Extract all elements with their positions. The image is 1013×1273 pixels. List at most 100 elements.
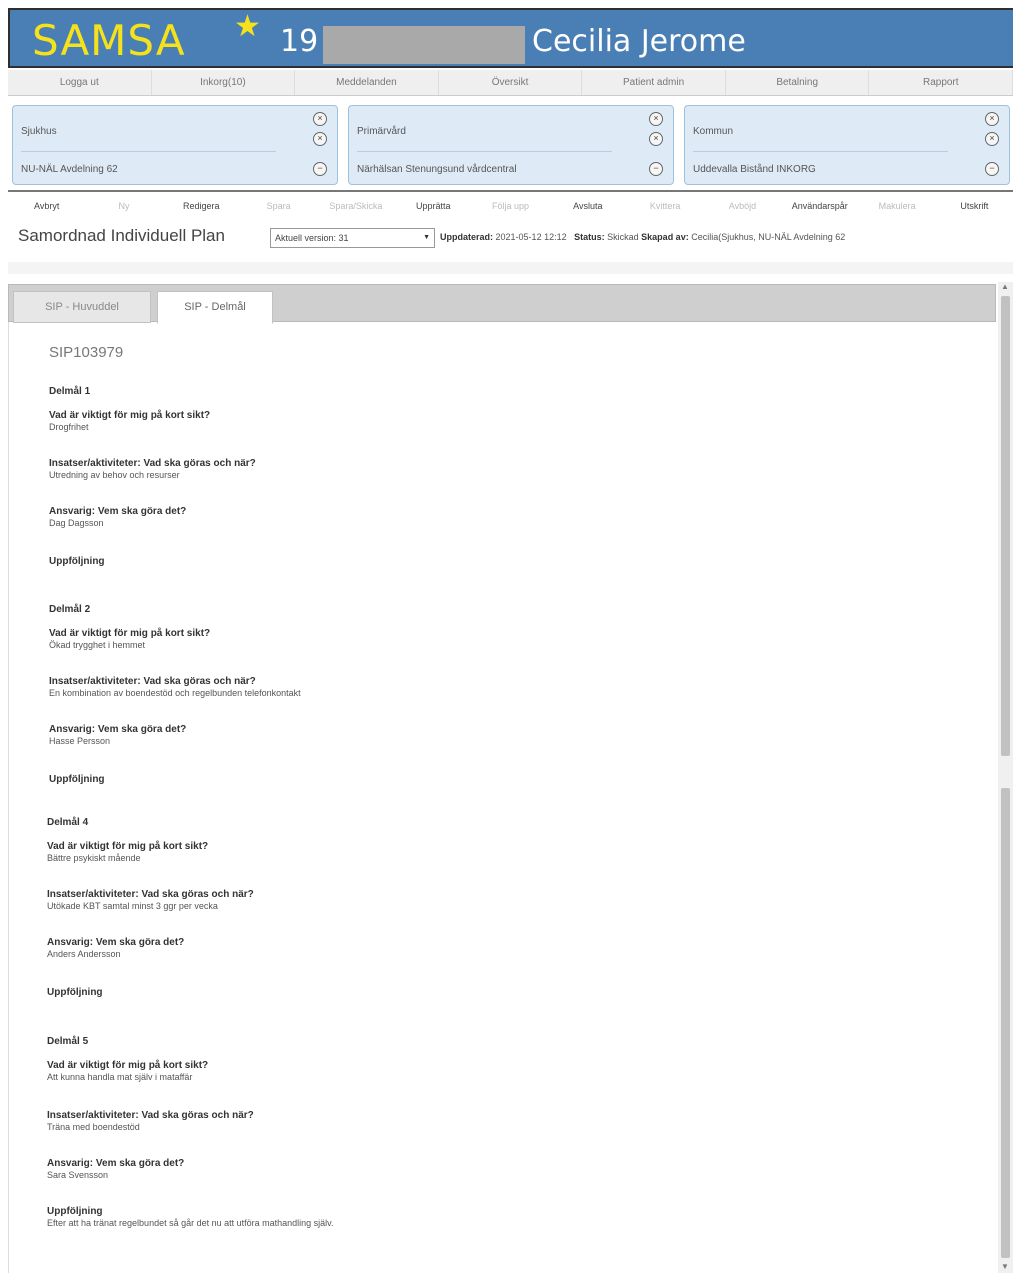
field-label: Ansvarig: Vem ska göra det? <box>47 937 185 948</box>
minus-circle-icon[interactable]: − <box>313 162 327 176</box>
tab-sip-main[interactable]: SIP - Huvuddel <box>13 291 151 323</box>
divider <box>21 151 276 152</box>
field-label: Vad är viktigt för mig på kort sikt? <box>47 841 209 852</box>
goal-heading: Delmål 1 <box>49 386 91 397</box>
goal-field: Insatser/aktiviteter: Vad ska göras och … <box>49 676 749 698</box>
plan-meta: Uppdaterad: 2021-05-12 12:12 Status: Ski… <box>440 232 845 242</box>
app-header: SAMSA ★ 19 Cecilia Jerome <box>8 8 1013 68</box>
scroll-down-arrow-icon[interactable]: ▼ <box>1001 1262 1009 1271</box>
field-value: Hasse Persson <box>49 736 111 746</box>
care-box-unit: Uddevalla Bistånd INKORG <box>693 164 816 175</box>
goal-field: Vad är viktigt för mig på kort sikt? Att… <box>47 1060 747 1082</box>
tab-sip-goals[interactable]: SIP - Delmål <box>157 291 273 324</box>
close-circle-icon[interactable]: × <box>313 112 327 126</box>
print-button[interactable]: Utskrift <box>936 196 1013 216</box>
goal-block: Delmål 2 Vad är viktigt för mig på kort … <box>49 604 301 785</box>
created-label: Skapad av: <box>641 232 689 242</box>
patient-id-prefix: 19 <box>280 24 319 59</box>
field-label: Uppföljning <box>49 774 105 785</box>
field-value: Utökade KBT samtal minst 3 ggr per vecka <box>47 901 218 911</box>
field-value: Träna med boendestöd <box>47 1122 140 1132</box>
version-select[interactable]: Aktuell version: 31 ▼ <box>270 228 435 248</box>
field-value: Dag Dagsson <box>49 518 104 528</box>
top-nav: Logga ut Inkorg(10) Meddelanden Översikt… <box>8 70 1013 96</box>
field-label: Ansvarig: Vem ska göra det? <box>49 724 187 735</box>
goal-field: Ansvarig: Vem ska göra det? Hasse Persso… <box>49 724 749 746</box>
goal-field: Insatser/aktiviteter: Vad ska göras och … <box>49 458 749 480</box>
field-value: Anders Andersson <box>47 949 121 959</box>
edit-button[interactable]: Redigera <box>163 196 240 216</box>
field-label: Insatser/aktiviteter: Vad ska göras och … <box>47 889 254 900</box>
vertical-scrollbar[interactable]: ▲ ▼ <box>998 282 1013 1273</box>
page-title: Samordnad Individuell Plan <box>18 226 225 245</box>
minus-circle-icon[interactable]: − <box>649 162 663 176</box>
tab-strip: SIP - Huvuddel SIP - Delmål <box>8 284 996 324</box>
nav-messages[interactable]: Meddelanden <box>295 70 439 95</box>
care-box-hospital: Sjukhus NU-NÄL Avdelning 62 × × − <box>12 105 338 185</box>
field-value: En kombination av boendestöd och regelbu… <box>49 688 301 698</box>
close-circle-icon[interactable]: × <box>985 132 999 146</box>
nav-report[interactable]: Rapport <box>869 70 1013 95</box>
field-value: Sara Svensson <box>47 1170 109 1180</box>
nav-overview[interactable]: Översikt <box>439 70 583 95</box>
goal-field: Uppföljning <box>49 556 749 568</box>
care-box-unit: NU-NÄL Avdelning 62 <box>21 164 118 175</box>
scrollbar-thumb[interactable] <box>1001 296 1010 756</box>
goal-field: Insatser/aktiviteter: Vad ska göras och … <box>47 889 747 911</box>
field-label: Ansvarig: Vem ska göra det? <box>47 1158 185 1169</box>
close-circle-icon[interactable]: × <box>649 132 663 146</box>
close-circle-icon[interactable]: × <box>649 112 663 126</box>
goal-field: Ansvarig: Vem ska göra det? Sara Svensso… <box>47 1158 747 1180</box>
care-box-title: Primärvård <box>357 126 406 137</box>
close-circle-icon[interactable]: × <box>985 112 999 126</box>
establish-button[interactable]: Upprätta <box>395 196 472 216</box>
goal-field: Ansvarig: Vem ska göra det? Anders Ander… <box>47 937 747 959</box>
updated-value: 2021-05-12 12:12 <box>495 232 567 242</box>
sip-id: SIP103979 <box>49 344 124 361</box>
divider <box>693 151 948 152</box>
goal-field: Vad är viktigt för mig på kort sikt? Bät… <box>47 841 747 863</box>
brand-logo[interactable]: SAMSA <box>32 16 186 65</box>
favorite-star-icon[interactable]: ★ <box>234 12 261 42</box>
field-value: Efter att ha tränat regelbundet så går d… <box>47 1218 334 1228</box>
divider <box>8 190 1013 192</box>
field-label: Ansvarig: Vem ska göra det? <box>49 506 187 517</box>
nav-payment[interactable]: Betalning <box>726 70 870 95</box>
follow-up-button[interactable]: Följa upp <box>472 196 549 216</box>
goal-block: Delmål 5 Vad är viktigt för mig på kort … <box>47 1036 334 1228</box>
cancel-button[interactable]: Avbryt <box>8 196 85 216</box>
goal-field: Insatser/aktiviteter: Vad ska göras och … <box>47 1110 747 1132</box>
declined-button[interactable]: Avböjd <box>704 196 781 216</box>
divider <box>8 262 1013 274</box>
plan-header: Samordnad Individuell Plan Aktuell versi… <box>8 218 1013 258</box>
status-value: Skickad <box>607 232 639 242</box>
goals-content: SIP103979 Delmål 1 Vad är viktigt för mi… <box>8 322 996 1273</box>
care-box-primary: Primärvård Närhälsan Stenungsund vårdcen… <box>348 105 674 185</box>
finish-button[interactable]: Avsluta <box>549 196 626 216</box>
close-circle-icon[interactable]: × <box>313 132 327 146</box>
acknowledge-button[interactable]: Kvittera <box>627 196 704 216</box>
care-box-title: Kommun <box>693 126 734 137</box>
scrollbar-track-segment[interactable] <box>1001 788 1010 1258</box>
nav-logout[interactable]: Logga ut <box>8 70 152 95</box>
goal-field: Ansvarig: Vem ska göra det? Dag Dagsson <box>49 506 749 528</box>
save-button[interactable]: Spara <box>240 196 317 216</box>
nav-patient-admin[interactable]: Patient admin <box>582 70 726 95</box>
new-button[interactable]: Ny <box>85 196 162 216</box>
goal-field: Uppföljning <box>49 774 749 786</box>
field-label: Uppföljning <box>47 1206 103 1217</box>
nav-inbox[interactable]: Inkorg(10) <box>152 70 296 95</box>
redacted-patient-id <box>323 26 525 64</box>
field-label: Insatser/aktiviteter: Vad ska göras och … <box>47 1110 254 1121</box>
goal-field: Vad är viktigt för mig på kort sikt? Dro… <box>49 410 749 432</box>
scroll-up-arrow-icon[interactable]: ▲ <box>1001 282 1009 291</box>
field-value: Drogfrihet <box>49 422 89 432</box>
patient-name: Cecilia Jerome <box>532 24 746 59</box>
field-label: Vad är viktigt för mig på kort sikt? <box>49 410 211 421</box>
goal-field: Uppföljning <box>47 987 747 999</box>
minus-circle-icon[interactable]: − <box>985 162 999 176</box>
save-send-button[interactable]: Spara/Skicka <box>317 196 394 216</box>
user-trace-button[interactable]: Användarspår <box>781 196 858 216</box>
void-button[interactable]: Makulera <box>858 196 935 216</box>
field-value: Ökad trygghet i hemmet <box>49 640 146 650</box>
